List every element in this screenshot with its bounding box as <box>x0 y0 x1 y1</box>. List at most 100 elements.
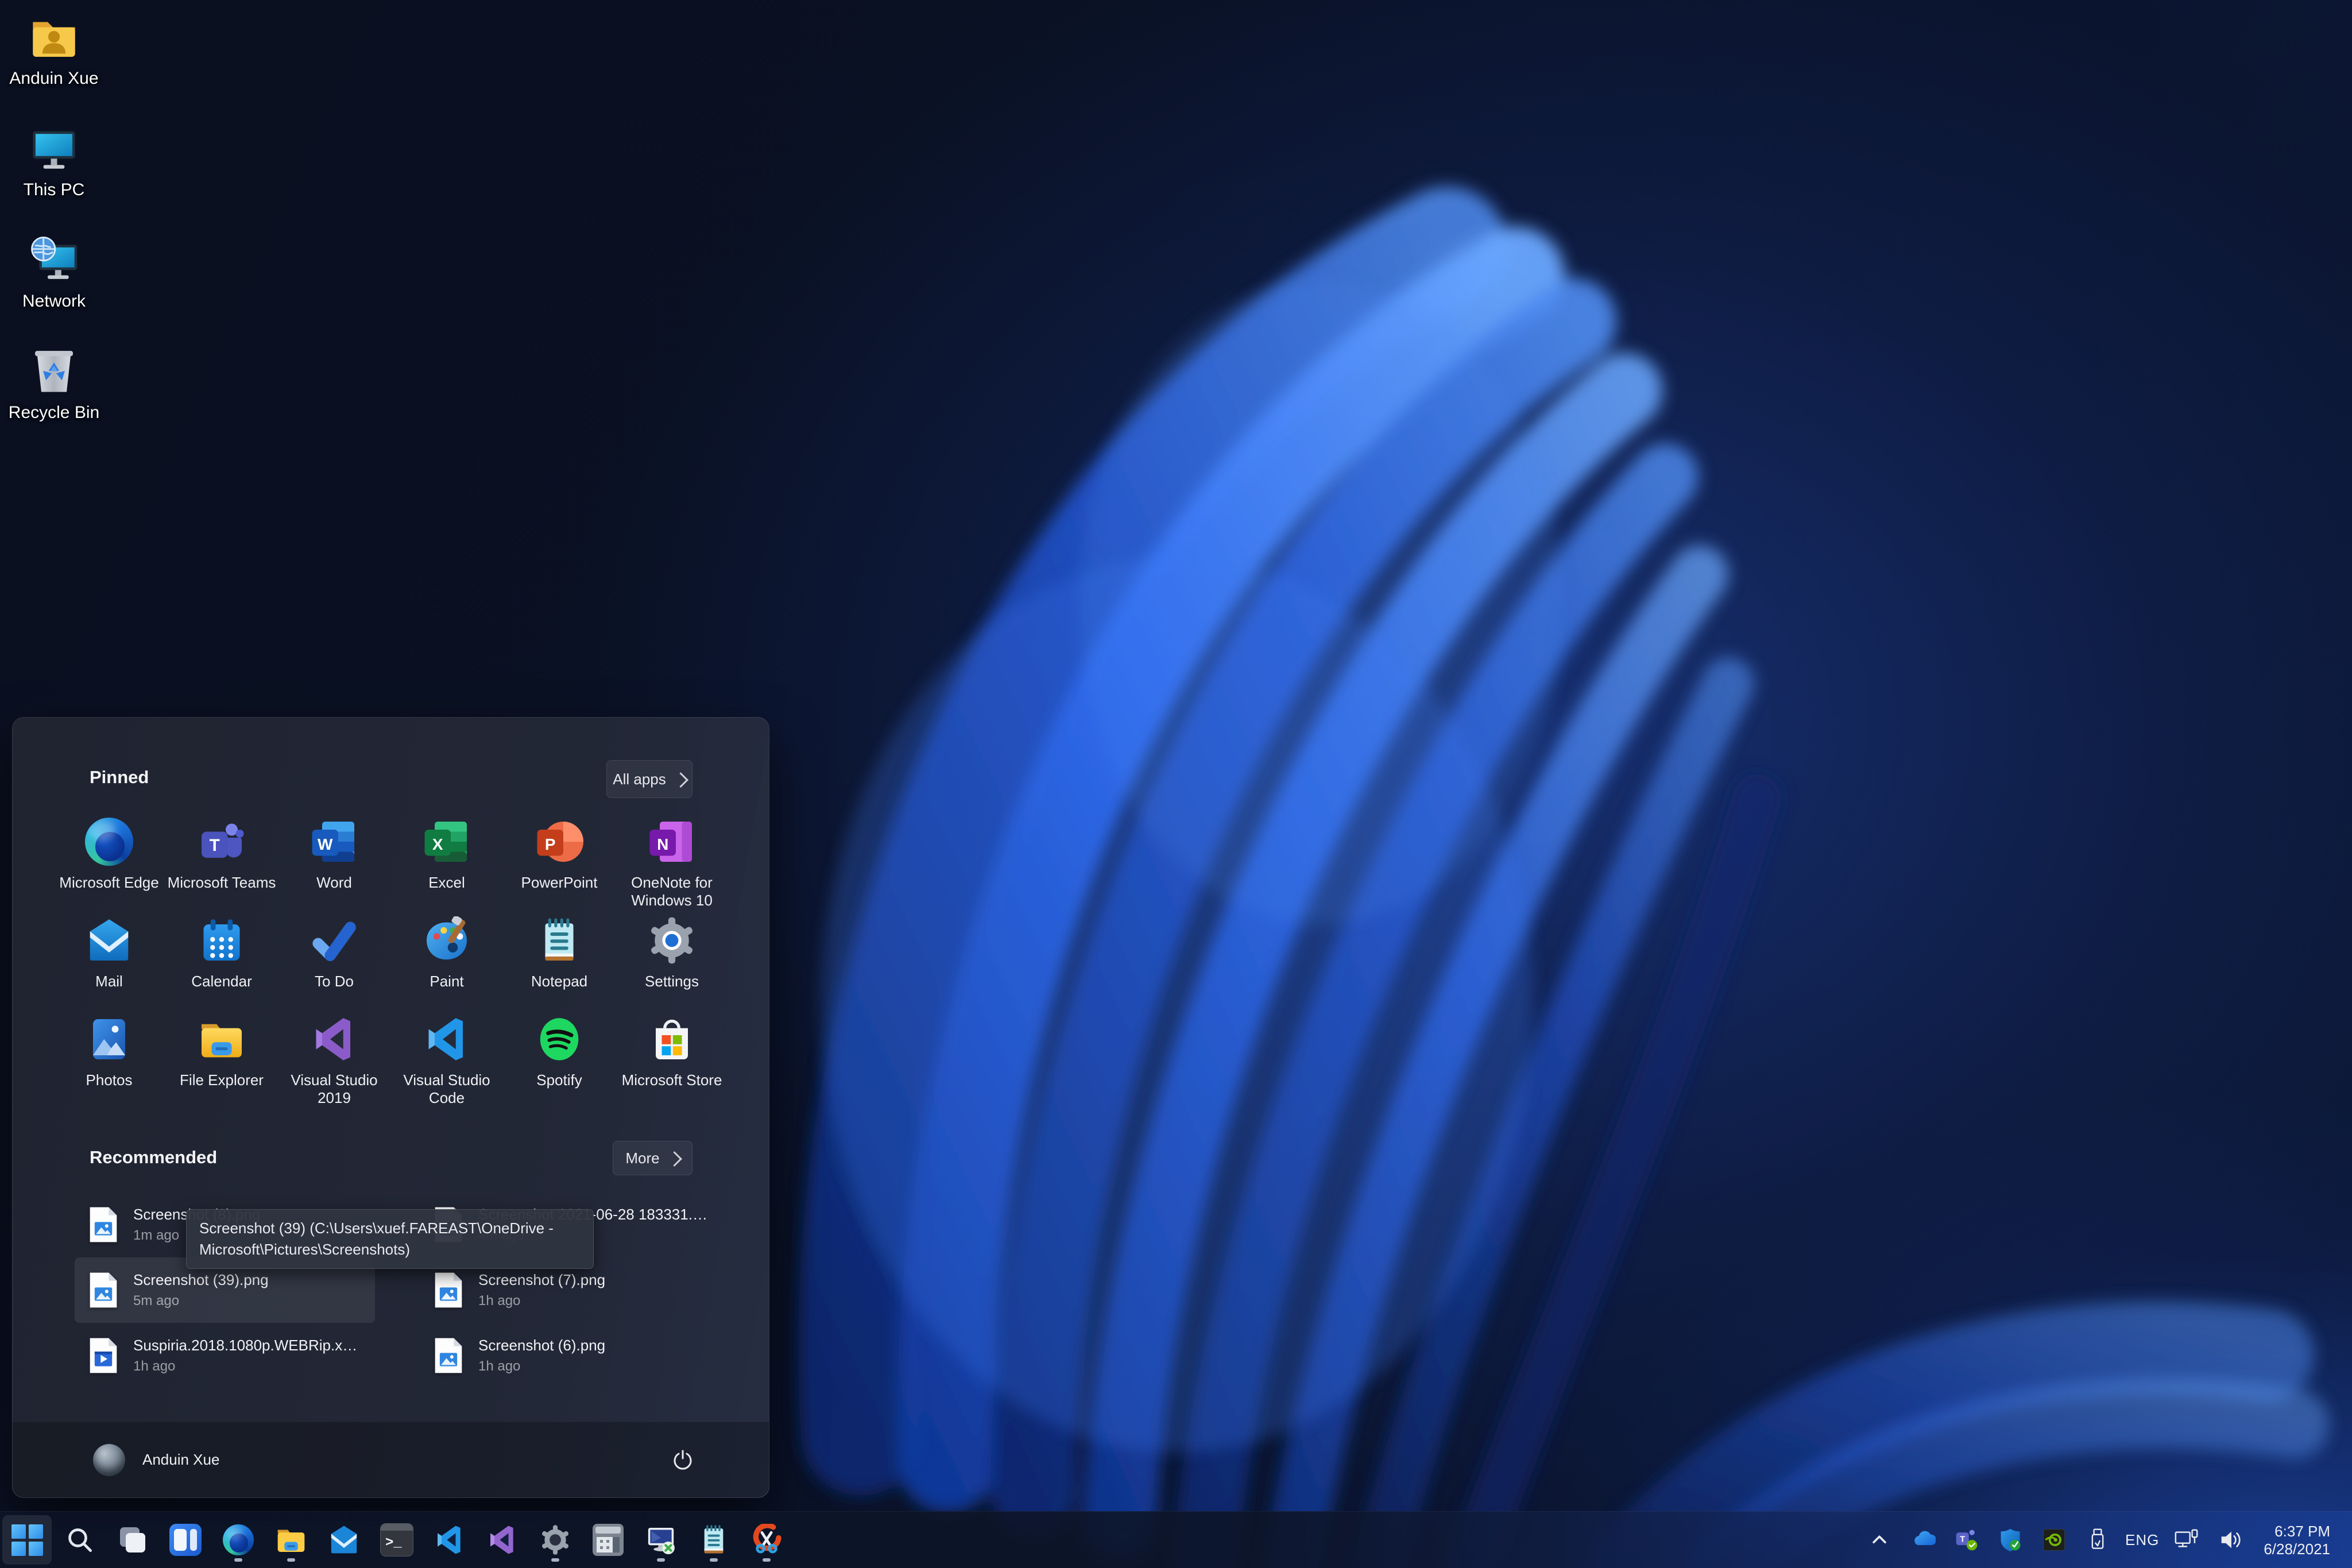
volume-tray-button[interactable] <box>2211 1515 2250 1565</box>
desktop-icon-list: Anduin Xue This PC <box>8 10 100 423</box>
pinned-app-label: File Explorer <box>180 1071 264 1089</box>
user-avatar[interactable] <box>93 1444 125 1476</box>
desktop-icon-this-pc[interactable]: This PC <box>8 122 100 200</box>
desktop-icon-network[interactable]: Network <box>8 233 100 311</box>
running-indicator <box>763 1558 771 1562</box>
microsoft-edge-icon <box>85 818 133 866</box>
onedrive-tray-button[interactable] <box>1904 1515 1943 1565</box>
network-tray-button[interactable] <box>2167 1515 2206 1565</box>
chevron-right-icon <box>667 1151 682 1167</box>
pinned-app-microsoft-edge[interactable]: Microsoft Edge <box>53 805 165 904</box>
taskbar-terminal[interactable] <box>372 1515 421 1565</box>
video-file-icon <box>87 1337 119 1375</box>
pinned-app-file-explorer[interactable]: File Explorer <box>165 1002 278 1101</box>
pinned-app-photos[interactable]: Photos <box>53 1002 165 1101</box>
taskbar-microsoft-edge[interactable] <box>214 1515 263 1565</box>
more-label: More <box>625 1149 659 1167</box>
user-name[interactable]: Anduin Xue <box>142 1451 219 1469</box>
calendar-icon <box>198 916 246 965</box>
user-folder-icon <box>28 10 80 63</box>
taskbar-calculator[interactable] <box>583 1515 633 1565</box>
language-indicator[interactable]: ENG <box>2122 1515 2163 1565</box>
pinned-app-notepad[interactable]: Notepad <box>503 904 616 1002</box>
recommended-item[interactable]: Suspiria.2018.1080p.WEBRip.x264-[... 1h … <box>75 1323 375 1388</box>
pinned-app-microsoft-teams[interactable]: T Microsoft Teams <box>165 805 278 904</box>
desktop-icon-recycle-bin[interactable]: Recycle Bin <box>8 344 100 423</box>
pinned-section-header: Pinned <box>90 767 149 788</box>
nvidia-settings-icon <box>2041 1527 2067 1552</box>
recommended-item[interactable]: Screenshot (6).png 1h ago <box>420 1323 720 1388</box>
taskbar-notepad[interactable] <box>689 1515 738 1565</box>
mail-icon <box>328 1524 360 1556</box>
taskbar-visual-studio-code[interactable] <box>425 1515 474 1565</box>
microsoft-edge-icon <box>223 1524 254 1555</box>
snipping-tool-icon <box>751 1524 783 1556</box>
pinned-app-label: Microsoft Teams <box>168 874 276 892</box>
pinned-app-visual-studio-2019[interactable]: Visual Studio 2019 <box>278 1002 390 1101</box>
taskbar-mail[interactable] <box>319 1515 369 1565</box>
more-button[interactable]: More <box>613 1141 693 1175</box>
chevron-up-icon <box>1870 1530 1889 1550</box>
pinned-app-calendar[interactable]: Calendar <box>165 904 278 1002</box>
recommended-item-time: 1h ago <box>478 1293 605 1309</box>
taskbar-file-explorer[interactable] <box>266 1515 316 1565</box>
nvidia-tray-button[interactable] <box>2034 1515 2074 1565</box>
pinned-app-label: Excel <box>428 874 465 892</box>
pinned-app-excel[interactable]: X Excel <box>390 805 503 904</box>
pinned-app-word[interactable]: W Word <box>278 805 390 904</box>
pinned-app-powerpoint[interactable]: P PowerPoint <box>503 805 616 904</box>
running-indicator <box>551 1558 559 1562</box>
pinned-app-paint[interactable]: Paint <box>390 904 503 1002</box>
svg-text:N: N <box>657 835 668 853</box>
clock[interactable]: 6:37 PM 6/28/2021 <box>2254 1515 2339 1565</box>
paint-icon <box>423 916 471 965</box>
microsoft-teams-icon: T <box>198 818 246 866</box>
taskbar-visual-studio-2019[interactable] <box>478 1515 527 1565</box>
network-icon <box>28 233 80 286</box>
pinned-app-label: Calendar <box>191 973 252 990</box>
task-view-button[interactable] <box>108 1515 157 1565</box>
onedrive-cloud-icon <box>1910 1527 1936 1552</box>
recommended-section-header: Recommended <box>90 1147 217 1168</box>
microsoft-store-icon <box>648 1015 696 1063</box>
running-indicator <box>657 1558 665 1562</box>
network-ethernet-icon <box>2173 1527 2200 1553</box>
windows-security-tray-button[interactable] <box>1991 1515 2030 1565</box>
hidden-icons-button[interactable] <box>1860 1515 1899 1565</box>
teams-tray-button[interactable]: T <box>1947 1515 1986 1565</box>
pinned-app-label: Settings <box>645 973 699 990</box>
pinned-app-microsoft-store[interactable]: Microsoft Store <box>616 1002 728 1101</box>
pinned-app-label: Spotify <box>536 1071 582 1089</box>
taskbar-settings[interactable] <box>531 1515 580 1565</box>
desktop-icon-label: Network <box>22 292 86 311</box>
taskbar-remote-desktop[interactable] <box>636 1515 686 1565</box>
visual-studio-2019-icon <box>310 1015 358 1063</box>
pinned-app-mail[interactable]: Mail <box>53 904 165 1002</box>
remote-desktop-icon <box>645 1524 677 1556</box>
pinned-app-label: To Do <box>315 973 354 990</box>
file-explorer-icon <box>198 1015 246 1063</box>
desktop-icon-user-folder[interactable]: Anduin Xue <box>8 10 100 88</box>
chevron-right-icon <box>673 772 688 788</box>
power-button[interactable] <box>664 1442 701 1478</box>
spotify-icon <box>535 1015 583 1063</box>
recommended-item-time: 1h ago <box>478 1358 605 1375</box>
excel-icon: X <box>423 818 471 866</box>
widgets-button[interactable] <box>161 1515 210 1565</box>
all-apps-button[interactable]: All apps <box>606 760 693 798</box>
pinned-app-settings[interactable]: Settings <box>616 904 728 1002</box>
image-file-icon <box>432 1271 465 1309</box>
taskbar-snipping-tool[interactable] <box>742 1515 791 1565</box>
pinned-app-spotify[interactable]: Spotify <box>503 1002 616 1101</box>
usb-tray-button[interactable] <box>2078 1515 2117 1565</box>
file-path-tooltip: Screenshot (39) (C:\Users\xuef.FAREAST\O… <box>186 1209 594 1269</box>
pinned-app-visual-studio-code[interactable]: Visual Studio Code <box>390 1002 503 1101</box>
mail-icon <box>85 916 133 965</box>
pinned-app-label: Mail <box>95 973 123 990</box>
search-button[interactable] <box>55 1515 105 1565</box>
powerpoint-icon: P <box>535 818 583 866</box>
pinned-app-to-do[interactable]: To Do <box>278 904 390 1002</box>
windows-start-icon <box>11 1524 43 1556</box>
start-button[interactable] <box>2 1515 52 1565</box>
pinned-app-onenote[interactable]: N OneNote for Windows 10 <box>616 805 728 904</box>
